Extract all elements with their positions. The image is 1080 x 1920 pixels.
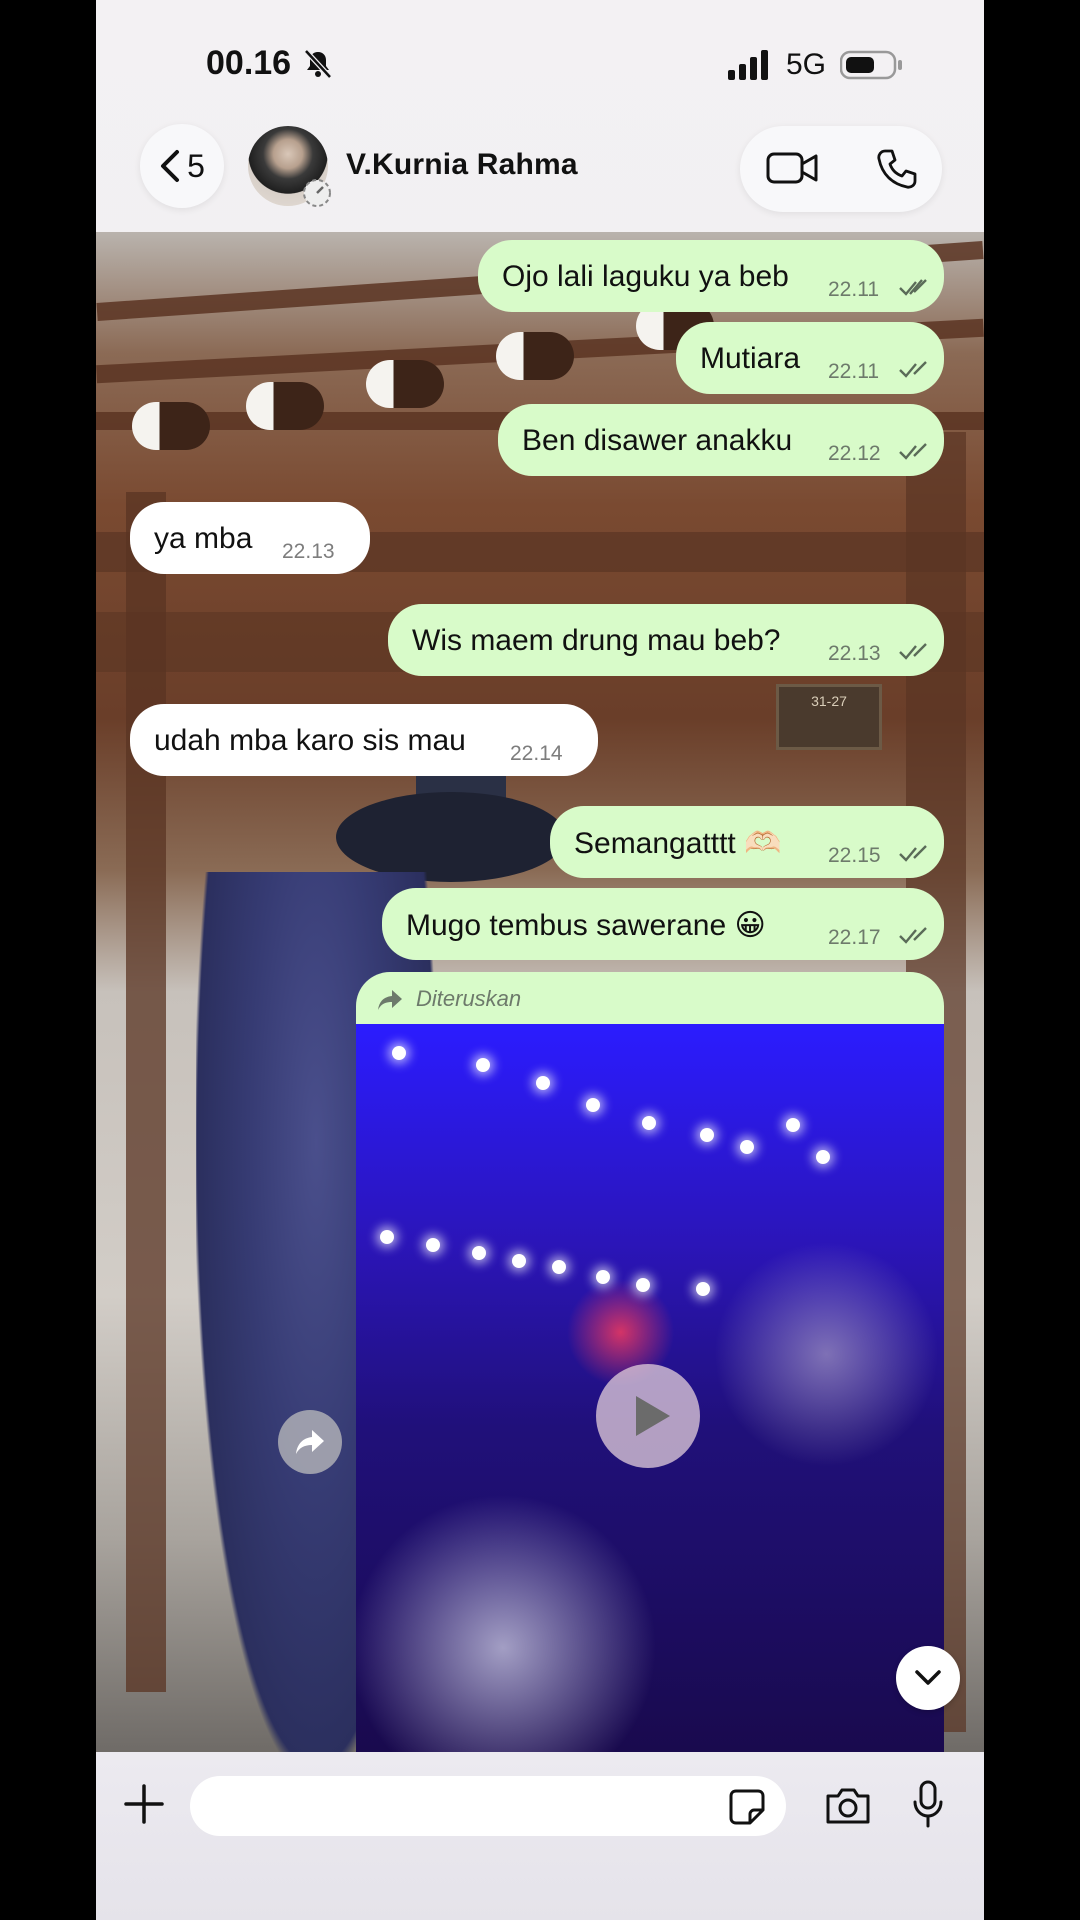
- message-bubble[interactable]: ya mba 22.13: [130, 502, 370, 574]
- share-icon: [296, 1430, 324, 1454]
- phone-screen: 00.16 5G 5 V.Kurnia Rahma 31-27 Ojo lali…: [96, 0, 984, 1920]
- unread-count: 5: [187, 147, 205, 184]
- message-text: Wis maem drung mau beb?: [412, 624, 781, 657]
- message-time: 22.11: [828, 278, 879, 301]
- message-time: 22.11: [828, 360, 879, 383]
- message-time: 22.13: [282, 540, 335, 563]
- sticker-icon[interactable]: [728, 1788, 766, 1826]
- play-button[interactable]: [596, 1364, 700, 1468]
- message-bubble[interactable]: Ojo lali laguku ya beb 22.11: [478, 240, 944, 312]
- network-label: 5G: [786, 48, 827, 81]
- message-bubble[interactable]: Mugo tembus sawerane 😀 22.17: [382, 888, 944, 960]
- bell-slash-icon: [304, 49, 332, 79]
- message-time: 22.14: [510, 742, 563, 765]
- message-text: Ojo lali laguku ya beb: [502, 260, 789, 293]
- message-bubble[interactable]: Semangatttt 🫶🏻 22.15: [550, 806, 944, 878]
- message-bubble[interactable]: udah mba karo sis mau 22.14: [130, 704, 598, 776]
- message-bubble[interactable]: Wis maem drung mau beb? 22.13: [388, 604, 944, 676]
- play-icon: [636, 1396, 670, 1436]
- message-time: 22.17: [828, 926, 881, 949]
- chevron-left-icon: [161, 150, 180, 182]
- message-time: 22.15: [828, 844, 881, 867]
- message-text: Semangatttt 🫶🏻: [574, 827, 782, 860]
- message-bubble[interactable]: Ben disawer anakku 22.12: [498, 404, 944, 476]
- back-button[interactable]: 5: [140, 124, 224, 208]
- forwarded-video-message[interactable]: Diteruskan: [356, 972, 944, 1758]
- message-text: udah mba karo sis mau: [154, 724, 466, 757]
- camera-icon[interactable]: [824, 1786, 872, 1826]
- forward-arrow-icon: [378, 990, 402, 1010]
- call-actions: [740, 126, 942, 212]
- read-ticks-icon: [899, 279, 927, 296]
- read-ticks-icon: [899, 845, 927, 862]
- plus-icon[interactable]: [122, 1782, 166, 1826]
- read-ticks-icon: [899, 927, 927, 944]
- read-ticks-icon: [899, 643, 927, 660]
- contact-name[interactable]: V.Kurnia Rahma: [346, 148, 578, 182]
- read-ticks-icon: [899, 443, 927, 460]
- status-time: 00.16: [206, 44, 292, 82]
- composer-bar: [96, 1752, 984, 1920]
- video-camera-icon[interactable]: [766, 148, 818, 188]
- message-input[interactable]: [190, 1776, 786, 1836]
- battery-icon: [840, 50, 902, 80]
- phone-icon[interactable]: [876, 148, 918, 190]
- message-text: Mugo tembus sawerane 😀: [406, 909, 766, 942]
- signal-icon: [728, 50, 768, 80]
- scroll-down-button[interactable]: [896, 1646, 960, 1710]
- chevron-down-icon: [915, 1670, 941, 1685]
- microphone-icon[interactable]: [912, 1780, 944, 1828]
- message-time: 22.13: [828, 642, 881, 665]
- message-time: 22.12: [828, 442, 881, 465]
- video-thumbnail[interactable]: [356, 1024, 944, 1758]
- message-text: Ben disawer anakku: [522, 424, 793, 457]
- read-ticks-icon: [899, 361, 927, 378]
- share-button[interactable]: [278, 1410, 342, 1474]
- message-bubble[interactable]: Mutiara 22.11: [676, 322, 944, 394]
- message-text: ya mba: [154, 522, 253, 555]
- forwarded-label: Diteruskan: [416, 986, 522, 1011]
- message-text: Mutiara: [700, 342, 801, 375]
- disappearing-timer-icon: [303, 179, 331, 207]
